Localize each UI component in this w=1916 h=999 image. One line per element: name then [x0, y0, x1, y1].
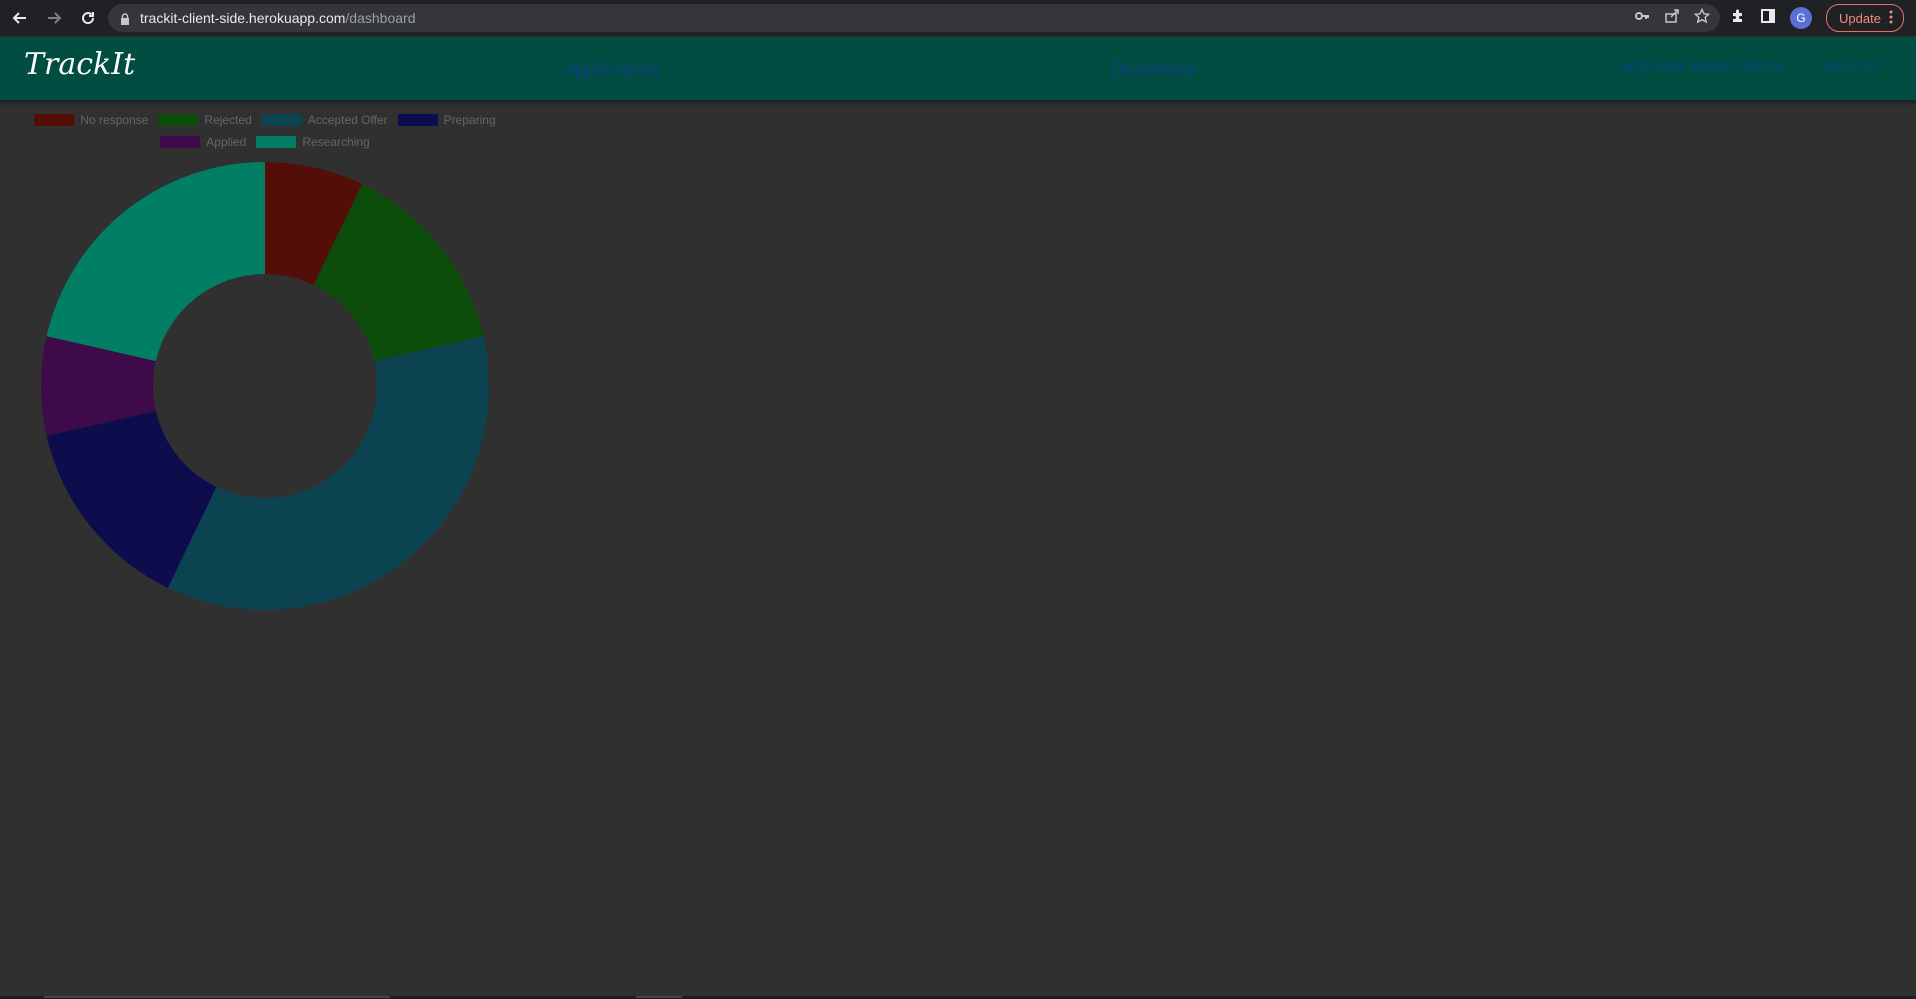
- forward-arrow-icon[interactable]: [40, 4, 68, 32]
- legend-swatch: [256, 136, 297, 148]
- legend-swatch: [158, 114, 199, 126]
- logout-link[interactable]: LOGOUT: [1822, 60, 1881, 76]
- legend-swatch: [160, 136, 201, 148]
- address-bar[interactable]: trackit-client-side.herokuapp.com/dashbo…: [108, 4, 1720, 32]
- update-button[interactable]: Update: [1826, 4, 1904, 32]
- scrollbar-thumb[interactable]: [636, 996, 682, 998]
- key-icon[interactable]: [1634, 8, 1650, 28]
- side-panel-icon[interactable]: [1760, 8, 1776, 29]
- legend-item[interactable]: Rejected: [158, 113, 252, 127]
- legend-label: Accepted Offer: [307, 113, 388, 127]
- legend-item[interactable]: Preparing: [397, 113, 496, 127]
- lock-icon[interactable]: [120, 12, 130, 25]
- address-url[interactable]: trackit-client-side.herokuapp.com/dashbo…: [140, 10, 415, 26]
- url-host: trackit-client-side.herokuapp.com: [140, 10, 346, 26]
- donut-slice[interactable]: [46, 162, 265, 362]
- browser-toolbar: trackit-client-side.herokuapp.com/dashbo…: [0, 0, 1916, 36]
- nav-dashboard[interactable]: Dashboard: [1110, 59, 1195, 81]
- star-icon[interactable]: [1693, 7, 1711, 28]
- legend-swatch: [261, 114, 302, 126]
- status-donut-chart: [40, 162, 490, 610]
- legend-item[interactable]: Researching: [256, 135, 370, 149]
- legend-label: Rejected: [204, 113, 252, 127]
- back-arrow-icon[interactable]: [6, 4, 34, 32]
- menu-dots-icon[interactable]: [1889, 10, 1893, 27]
- legend-label: Preparing: [443, 113, 496, 127]
- legend-label: Researching: [302, 135, 370, 149]
- chart-legend: No response Rejected Accepted Offer Prepari…: [20, 113, 510, 149]
- legend-label: No response: [80, 113, 149, 127]
- legend-item[interactable]: No response: [34, 113, 148, 127]
- url-path: /dashboard: [345, 10, 416, 26]
- legend-swatch: [34, 114, 75, 126]
- extensions-icon[interactable]: [1730, 8, 1746, 29]
- legend-label: Applied: [206, 135, 247, 149]
- reload-icon[interactable]: [74, 4, 102, 32]
- share-icon[interactable]: [1664, 8, 1680, 28]
- donut-slice[interactable]: [167, 336, 490, 610]
- update-label: Update: [1839, 10, 1881, 26]
- brand-logo[interactable]: TrackIt: [24, 47, 135, 82]
- nav-applications[interactable]: Applications: [564, 59, 660, 81]
- scrollbar-thumb[interactable]: [44, 996, 390, 998]
- legend-item[interactable]: Applied: [160, 135, 246, 149]
- legend-swatch: [397, 114, 438, 126]
- add-new-application-link[interactable]: ADD NEW APPLICATION: [1620, 60, 1782, 76]
- avatar[interactable]: G: [1790, 7, 1812, 29]
- app-header: TrackIt Applications Dashboard ADD NEW A…: [0, 37, 1916, 100]
- legend-item[interactable]: Accepted Offer: [261, 113, 388, 127]
